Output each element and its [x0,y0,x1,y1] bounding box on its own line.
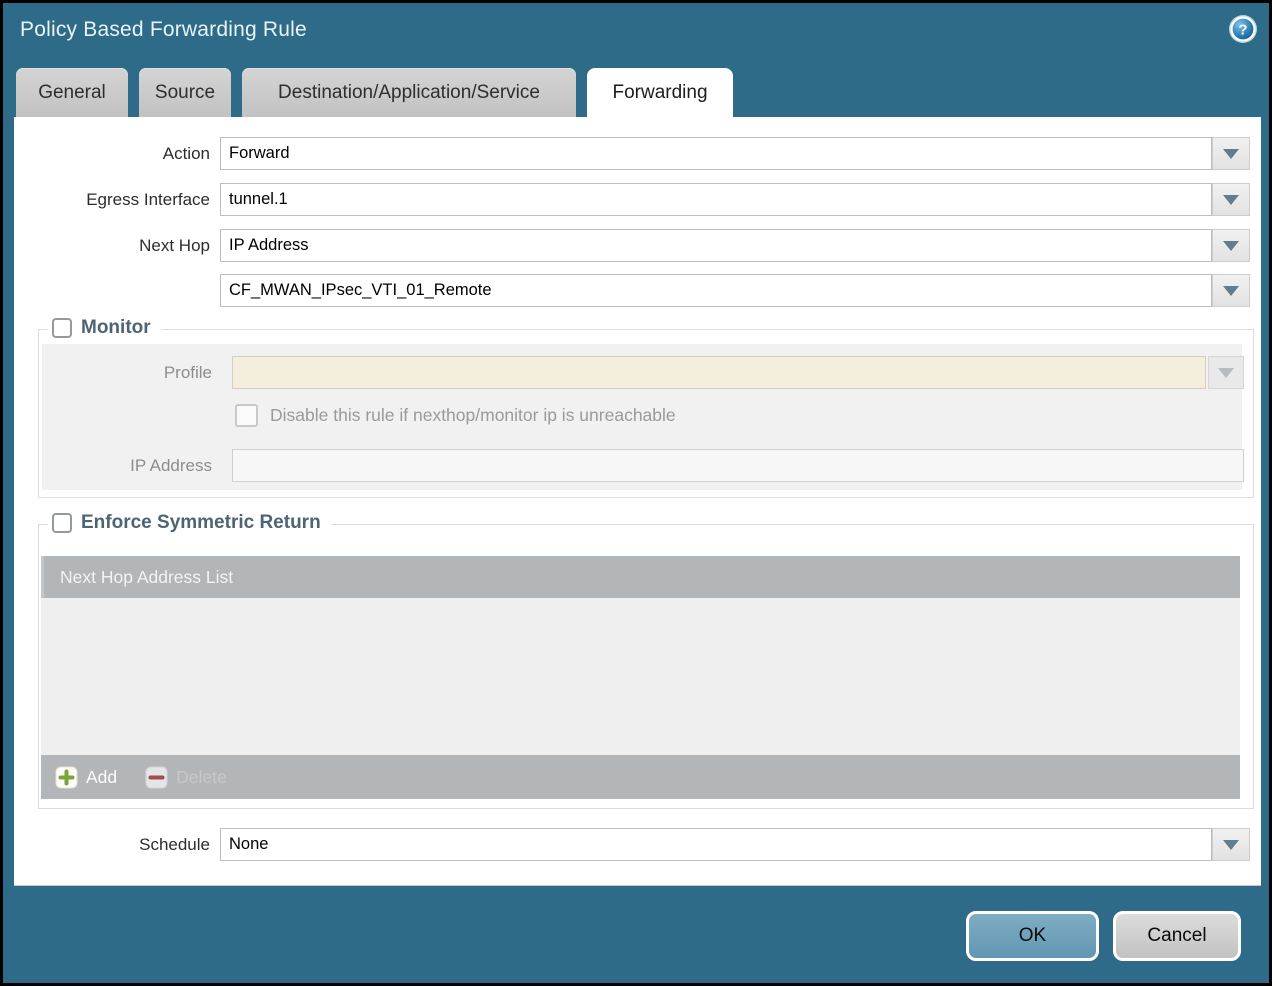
action-label: Action [14,137,210,170]
enforce-legend: Enforce Symmetric Return [48,512,331,534]
help-icon[interactable]: ? [1228,14,1258,44]
schedule-input[interactable] [220,828,1212,861]
chevron-down-icon [1223,195,1239,205]
monitor-legend-label: Monitor [81,317,151,339]
next-hop-address-list-footer: Add Delete [41,755,1240,799]
disable-rule-label: Disable this rule if nexthop/monitor ip … [270,405,676,426]
disable-rule-row: Disable this rule if nexthop/monitor ip … [235,404,676,427]
enforce-symmetric-return-group: Enforce Symmetric Return Next Hop Addres… [38,524,1254,809]
profile-dropdown-button [1208,356,1244,389]
tab-forwarding[interactable]: Forwarding [587,68,733,119]
monitor-ip-address-input [232,449,1244,482]
next-hop-address-table: Next Hop Address List Add [41,556,1240,799]
monitor-ip-address-label: IP Address [42,449,212,482]
action-input[interactable] [220,137,1212,170]
policy-based-forwarding-dialog: Policy Based Forwarding Rule ? General S… [3,3,1269,983]
schedule-label: Schedule [14,828,210,861]
next-hop-address-list-body[interactable] [41,598,1240,755]
next-hop-address-list-header: Next Hop Address List [41,556,1240,598]
tab-bar: General Source Destination/Application/S… [16,68,744,119]
dialog-title: Policy Based Forwarding Rule [20,18,307,42]
delete-button-label: Delete [176,767,227,788]
forwarding-tab-content: Action Egress Interface Next Hop Monitor [14,117,1261,886]
next-hop-label: Next Hop [14,229,210,262]
tab-destination-application-service[interactable]: Destination/Application/Service [242,68,576,117]
minus-icon [145,766,168,789]
monitor-legend: Monitor [48,317,161,339]
monitor-checkbox[interactable] [52,318,72,338]
profile-input [232,356,1206,389]
tab-general[interactable]: General [16,68,128,117]
chevron-down-icon [1223,241,1239,251]
add-button-label: Add [86,767,117,788]
disable-rule-checkbox [235,404,258,427]
ok-button[interactable]: OK [966,911,1099,961]
egress-interface-input[interactable] [220,183,1212,216]
cancel-button[interactable]: Cancel [1113,911,1241,961]
add-button[interactable]: Add [55,766,117,789]
next-hop-type-dropdown-button[interactable] [1212,229,1250,262]
monitor-group: Monitor Profile Disable this rule if nex… [38,329,1254,498]
monitor-panel: Profile Disable this rule if nexthop/mon… [42,344,1242,490]
next-hop-address-dropdown-button[interactable] [1212,274,1250,307]
chevron-down-icon [1223,286,1239,296]
chevron-down-icon [1218,368,1234,378]
profile-label: Profile [42,356,212,389]
enforce-legend-label: Enforce Symmetric Return [81,512,321,534]
svg-text:?: ? [1238,22,1247,39]
schedule-dropdown-button[interactable] [1212,828,1250,861]
chevron-down-icon [1223,840,1239,850]
enforce-symmetric-return-checkbox[interactable] [52,513,72,533]
egress-interface-label: Egress Interface [14,183,210,216]
plus-icon [55,766,78,789]
delete-button[interactable]: Delete [145,766,227,789]
action-dropdown-button[interactable] [1212,137,1250,170]
next-hop-address-input[interactable] [220,274,1212,307]
egress-interface-dropdown-button[interactable] [1212,183,1250,216]
chevron-down-icon [1223,149,1239,159]
tab-source[interactable]: Source [139,68,231,117]
next-hop-type-input[interactable] [220,229,1212,262]
